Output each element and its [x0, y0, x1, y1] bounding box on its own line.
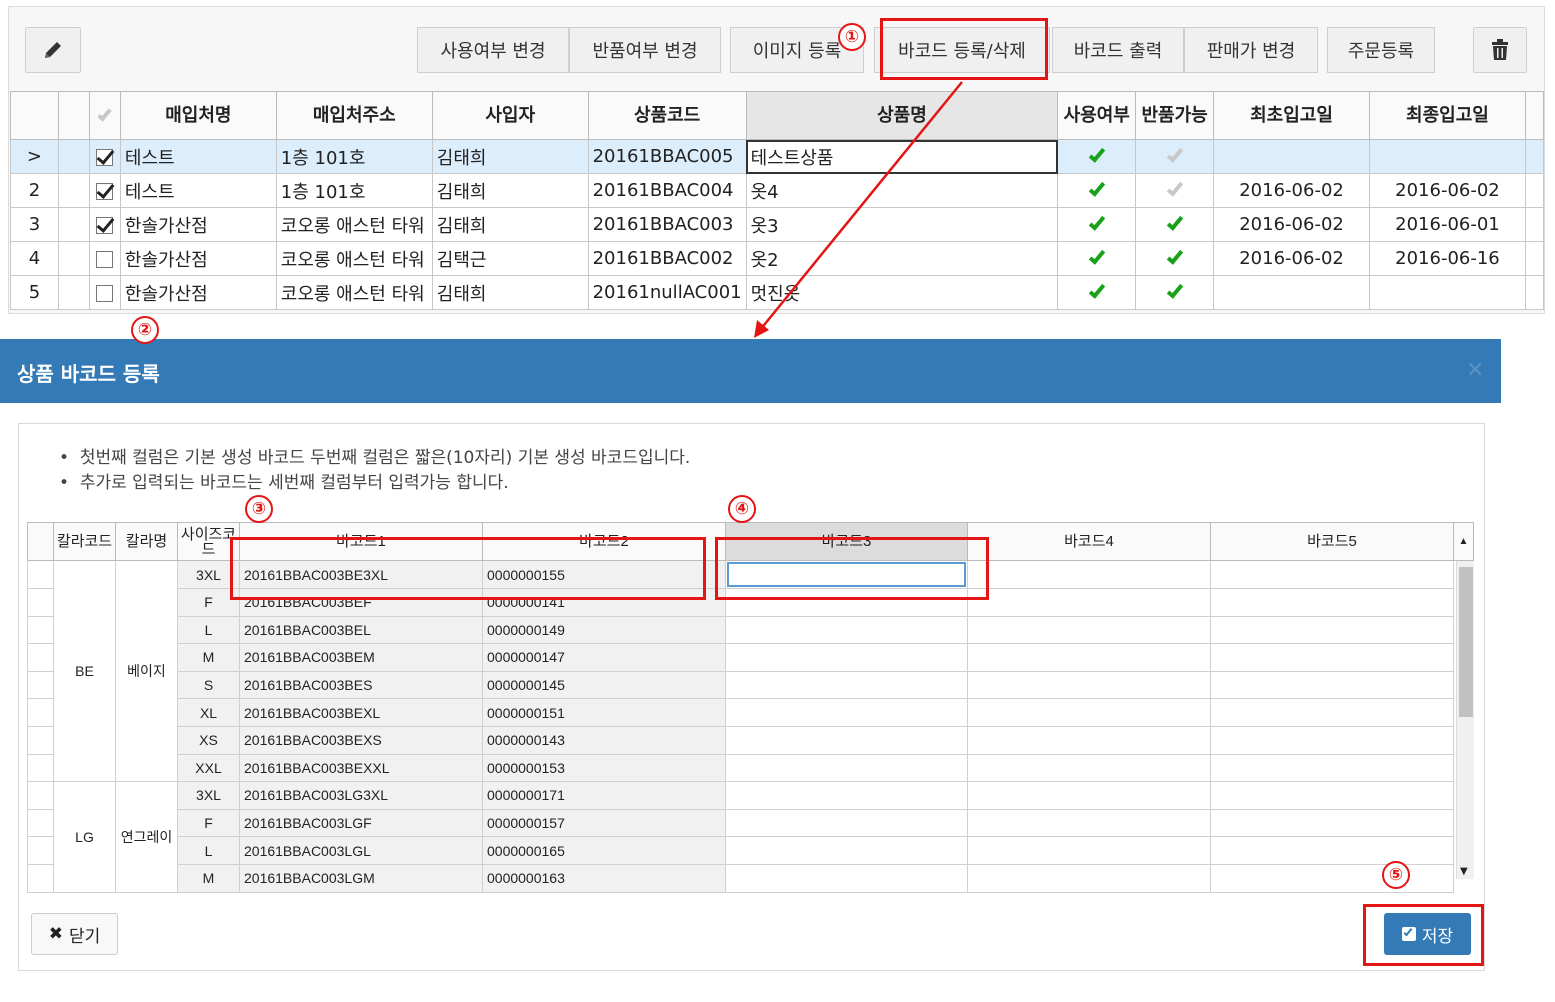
annotation-marker-5: ⑤ — [1382, 861, 1410, 889]
annotation-marker-1: ① — [838, 23, 866, 51]
annotation-marker-4: ④ — [728, 495, 756, 523]
annotation-marker-3: ③ — [245, 495, 273, 523]
annotation-marker-2: ② — [131, 316, 159, 344]
arrow-line — [759, 81, 963, 331]
arrow-overlay — [754, 81, 963, 338]
